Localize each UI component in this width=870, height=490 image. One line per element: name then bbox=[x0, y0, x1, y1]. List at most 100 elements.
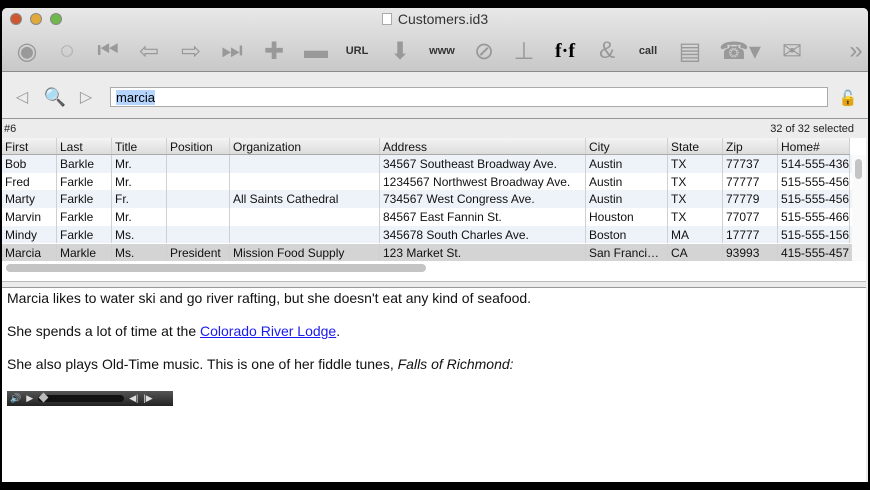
first-record-icon[interactable]: ⏮ bbox=[90, 34, 126, 68]
vertical-scrollbar[interactable] bbox=[852, 155, 866, 261]
table-cell: Mr. bbox=[112, 208, 167, 226]
column-header-address[interactable]: Address bbox=[380, 138, 586, 154]
table-cell bbox=[230, 155, 380, 173]
table-cell: Bob bbox=[2, 155, 57, 173]
table-cell: CA bbox=[668, 243, 723, 262]
table-row[interactable]: Marvin Farkle Mr. 84567 East Fannin St. Hous… bbox=[2, 208, 852, 226]
table-cell: Austin bbox=[586, 190, 668, 208]
table-cell: Farkle bbox=[57, 225, 112, 244]
table-cell: TX bbox=[668, 190, 723, 208]
search-input[interactable]: marcia bbox=[110, 87, 828, 107]
table-cell: Ms. bbox=[112, 225, 167, 244]
table-cell: 345678 South Charles Ave. bbox=[380, 225, 586, 244]
audio-scrubber[interactable] bbox=[38, 392, 125, 403]
previous-record-icon[interactable]: ⇦ bbox=[131, 34, 167, 68]
link-icon[interactable]: ⊘ bbox=[466, 34, 502, 68]
audio-player: 🔊 ▶ ◀| |▶ bbox=[7, 391, 173, 406]
table-cell: 77777 bbox=[723, 172, 778, 191]
title-toolbar: Customers.id3 ◉ ◌ ⏮ ⇦ ⇨ ⏭ ✚ ▬ URL ⬇ www ⊘ ⊥ f·f & call ▤… bbox=[2, 8, 868, 72]
table-cell: 77737 bbox=[723, 155, 778, 173]
table-cell: Mission Food Supply bbox=[230, 243, 380, 262]
lock-icon[interactable]: 🔓 bbox=[838, 87, 858, 109]
table-cell bbox=[167, 190, 230, 208]
volume-icon[interactable]: 🔊 bbox=[10, 393, 21, 404]
table-cell: Austin bbox=[586, 155, 668, 173]
font-icon[interactable]: f·f bbox=[547, 34, 583, 68]
table-cell: Farkle bbox=[57, 172, 112, 191]
ampersand-icon[interactable]: & bbox=[589, 34, 625, 68]
table-row[interactable]: Mindy Farkle Ms. 345678 South Charles Ave. B… bbox=[2, 225, 852, 244]
column-header-organization[interactable]: Organization bbox=[230, 138, 380, 154]
step-forward-icon[interactable]: |▶ bbox=[143, 393, 152, 404]
table-cell bbox=[167, 172, 230, 191]
table-cell: Houston bbox=[586, 208, 668, 226]
table-cell: Marty bbox=[2, 190, 57, 208]
colorado-river-lodge-link[interactable]: Colorado River Lodge bbox=[200, 323, 336, 339]
search-forward-icon[interactable]: ▷ bbox=[76, 87, 96, 107]
notes-paragraph: She spends a lot of time at the Colorado… bbox=[7, 323, 861, 339]
back-round-icon[interactable]: ◉ bbox=[9, 34, 45, 68]
table-cell: All Saints Cathedral bbox=[230, 190, 380, 208]
window-icon[interactable]: ▤ bbox=[672, 34, 708, 68]
table-cell bbox=[230, 225, 380, 244]
table-cell: MA bbox=[668, 225, 723, 244]
table-cell bbox=[230, 172, 380, 191]
table-cell bbox=[167, 225, 230, 244]
records-table: First Last Title Position Organization Addres… bbox=[2, 138, 866, 288]
overflow-icon[interactable]: » bbox=[838, 34, 868, 68]
find-icon[interactable]: 🔍 bbox=[42, 85, 68, 109]
table-cell: 734567 West Congress Ave. bbox=[380, 190, 586, 208]
last-record-icon[interactable]: ⏭ bbox=[214, 34, 250, 68]
column-header-state[interactable]: State bbox=[668, 138, 723, 154]
phone-icon[interactable]: ☎▾ bbox=[719, 34, 761, 68]
table-cell: San Franci… bbox=[586, 243, 668, 262]
column-header-title[interactable]: Title bbox=[112, 138, 167, 154]
column-header-position[interactable]: Position bbox=[167, 138, 230, 154]
import-icon[interactable]: ⬇ bbox=[382, 34, 418, 68]
column-header-last[interactable]: Last bbox=[57, 138, 112, 154]
table-cell: Boston bbox=[586, 225, 668, 244]
table-cell: TX bbox=[668, 172, 723, 191]
table-cell: Marcia bbox=[2, 243, 57, 262]
forward-round-icon[interactable]: ◌ bbox=[49, 34, 85, 68]
table-cell bbox=[167, 155, 230, 173]
table-cell: Fr. bbox=[112, 190, 167, 208]
table-cell: Farkle bbox=[57, 190, 112, 208]
table-row[interactable]: Marcia Markle Ms. President Mission Food Sup… bbox=[2, 243, 852, 262]
table-cell: Barkle bbox=[57, 155, 112, 173]
table-row[interactable]: Marty Farkle Fr. All Saints Cathedral 734567… bbox=[2, 190, 852, 208]
table-cell: 77077 bbox=[723, 208, 778, 226]
step-back-icon[interactable]: ◀| bbox=[129, 393, 138, 404]
add-record-icon[interactable]: ✚ bbox=[256, 34, 292, 68]
record-number: #6 bbox=[4, 123, 17, 135]
table-cell: 17777 bbox=[723, 225, 778, 244]
table-cell: 415-555-457 bbox=[778, 243, 850, 262]
table-cell bbox=[230, 208, 380, 226]
search-bar: ◁ 🔍 ▷ marcia 🔓 bbox=[2, 73, 868, 119]
www-icon[interactable]: www bbox=[424, 34, 460, 68]
table-cell: 77779 bbox=[723, 190, 778, 208]
table-cell: Ms. bbox=[112, 243, 167, 262]
url-icon[interactable]: URL bbox=[339, 34, 375, 68]
table-row[interactable]: Bob Barkle Mr. 34567 Southeast Broadway Ave… bbox=[2, 155, 852, 173]
column-header-zip[interactable]: Zip bbox=[723, 138, 778, 154]
notes-pane[interactable]: Marcia likes to water ski and go river r… bbox=[2, 288, 866, 482]
table-cell: President bbox=[167, 243, 230, 262]
play-icon[interactable]: ▶ bbox=[26, 393, 33, 404]
table-row[interactable]: Fred Farkle Mr. 1234567 Northwest Broadway … bbox=[2, 172, 852, 191]
delete-record-icon[interactable]: ▬ bbox=[298, 34, 334, 68]
column-header-home[interactable]: Home# bbox=[778, 138, 850, 154]
envelope-icon[interactable]: ✉ bbox=[774, 34, 810, 68]
ruler-icon[interactable]: ⊥ bbox=[506, 34, 542, 68]
column-header-first[interactable]: First bbox=[2, 138, 57, 154]
horizontal-scrollbar[interactable] bbox=[6, 264, 426, 272]
table-cell: TX bbox=[668, 155, 723, 173]
search-back-icon[interactable]: ◁ bbox=[12, 87, 32, 107]
table-cell: Fred bbox=[2, 172, 57, 191]
title-text: Customers.id3 bbox=[397, 11, 489, 27]
column-header-city[interactable]: City bbox=[586, 138, 668, 154]
table-cell: 515-555-456 bbox=[778, 172, 850, 191]
splitter-handle[interactable] bbox=[2, 281, 866, 288]
next-record-icon[interactable]: ⇨ bbox=[173, 34, 209, 68]
highlight-icon[interactable]: call bbox=[630, 34, 666, 68]
